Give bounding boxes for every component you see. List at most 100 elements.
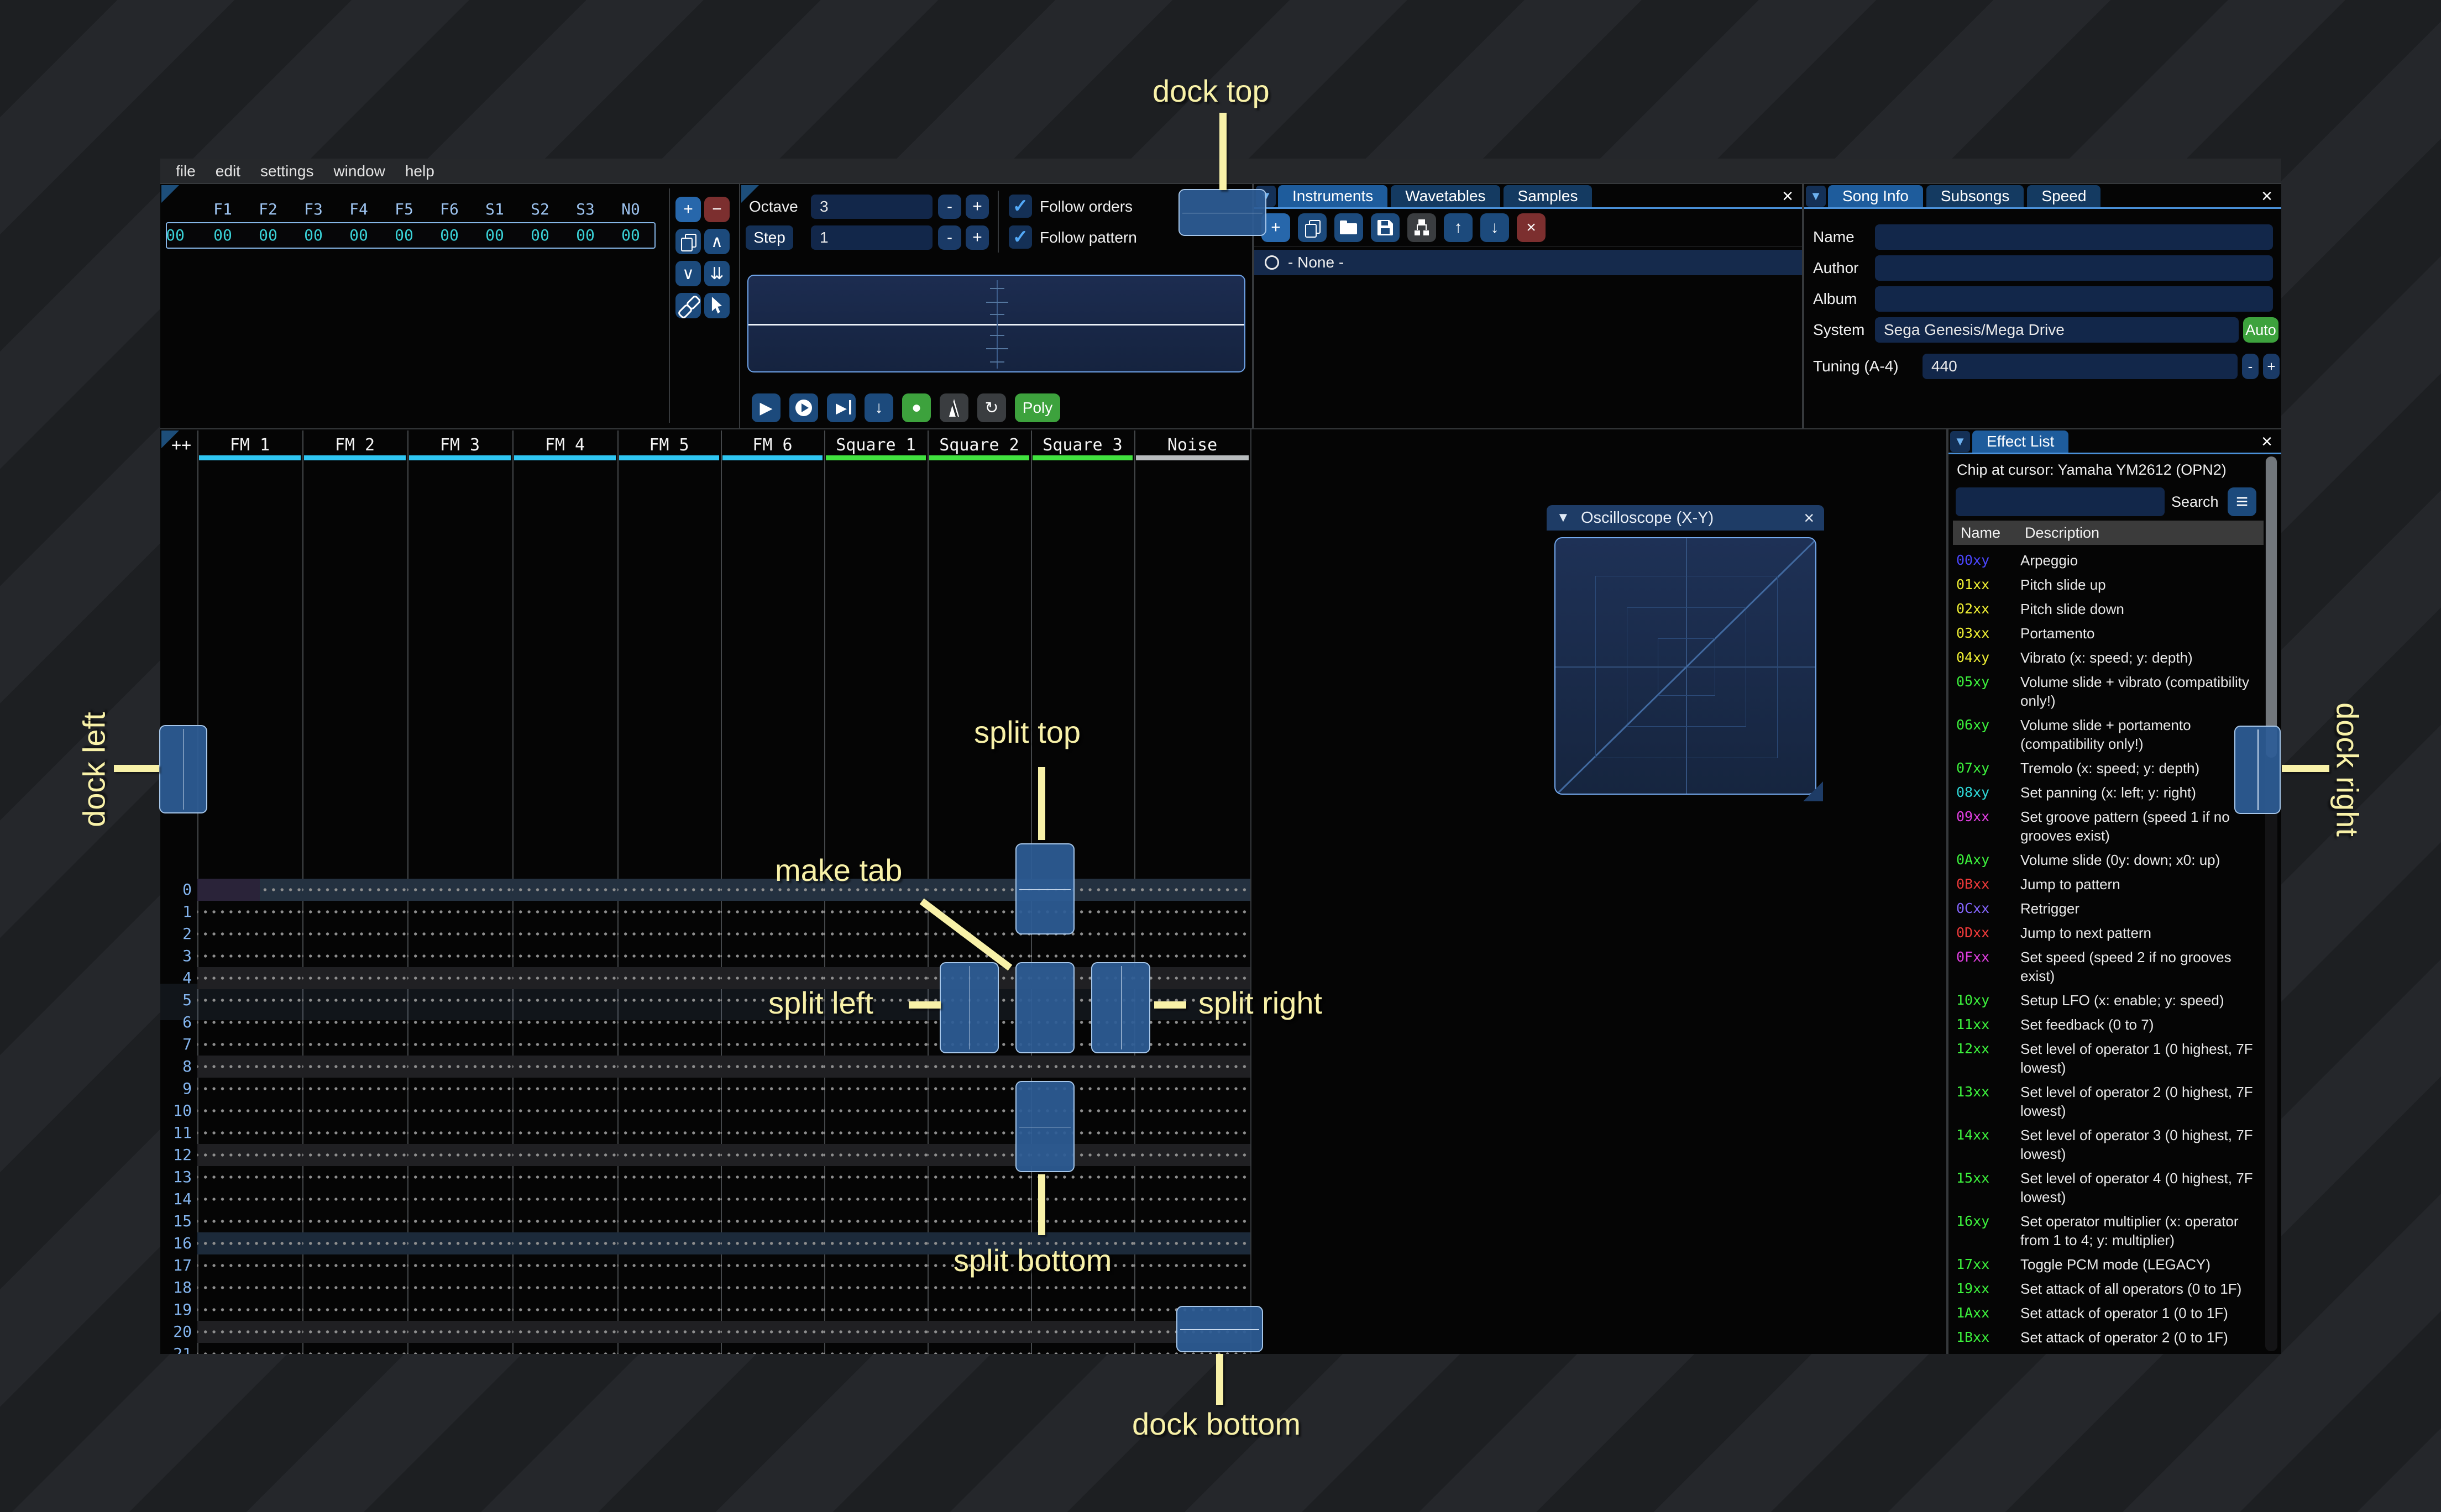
- octave-input[interactable]: 3: [811, 195, 933, 219]
- pattern-cell[interactable]: [1031, 1277, 1134, 1299]
- pattern-cell[interactable]: [512, 1056, 617, 1078]
- pattern-cell[interactable]: [617, 967, 721, 989]
- pattern-cell[interactable]: [617, 1166, 721, 1188]
- pattern-cell[interactable]: [512, 1188, 617, 1210]
- move-instrument-down-button[interactable]: ↓: [1480, 213, 1509, 242]
- pattern-cell[interactable]: [824, 1166, 928, 1188]
- pattern-cell[interactable]: [721, 1277, 824, 1299]
- pattern-cell[interactable]: [512, 1210, 617, 1232]
- effect-row[interactable]: 1Bxx Set attack of operator 2 (0 to 1F): [1956, 1325, 2261, 1350]
- pattern-cell[interactable]: [302, 1122, 407, 1144]
- effect-search-input[interactable]: [1956, 487, 2165, 516]
- pattern-cell[interactable]: [1134, 1033, 1250, 1056]
- pattern-cell[interactable]: [302, 1011, 407, 1033]
- pattern-row[interactable]: 0: [160, 879, 1250, 901]
- pattern-row[interactable]: 9: [160, 1078, 1250, 1100]
- tab-effect-list[interactable]: Effect List: [1972, 431, 2069, 453]
- orders-pattern-cell[interactable]: 00: [427, 222, 472, 249]
- pattern-cell[interactable]: [197, 923, 302, 945]
- effect-row[interactable]: 01xx Pitch slide up: [1956, 573, 2261, 597]
- pattern-cell[interactable]: [197, 1188, 302, 1210]
- close-icon[interactable]: ×: [1782, 185, 1793, 207]
- pattern-cell[interactable]: [617, 1011, 721, 1033]
- pattern-cell[interactable]: [824, 1056, 928, 1078]
- delete-instrument-button[interactable]: ×: [1517, 213, 1546, 242]
- pattern-cell[interactable]: [1134, 1166, 1250, 1188]
- pattern-cell[interactable]: [407, 923, 512, 945]
- pattern-row[interactable]: 12: [160, 1144, 1250, 1166]
- step-row-button[interactable]: ↓: [865, 393, 893, 422]
- pattern-row[interactable]: 8: [160, 1056, 1250, 1078]
- play-to-cursor-button[interactable]: ▶: [827, 393, 856, 422]
- pattern-cell[interactable]: [512, 1299, 617, 1321]
- pattern-cell[interactable]: [617, 989, 721, 1011]
- channel-header-square-2[interactable]: Square 2: [928, 435, 1031, 455]
- pattern-cell[interactable]: [617, 1056, 721, 1078]
- pattern-cell[interactable]: [302, 945, 407, 967]
- orders-pattern-cell[interactable]: 00: [200, 222, 245, 249]
- close-icon[interactable]: ×: [2261, 431, 2272, 453]
- pattern-cell[interactable]: [407, 1321, 512, 1343]
- instrument-list-item[interactable]: - None -: [1254, 250, 1802, 275]
- pattern-cell[interactable]: [928, 1188, 1031, 1210]
- pattern-cell[interactable]: [197, 1078, 302, 1100]
- tab-list-dropdown[interactable]: ▼: [1806, 186, 1826, 207]
- follow-pattern-label[interactable]: Follow pattern: [1040, 225, 1137, 250]
- pattern-cell[interactable]: [617, 1144, 721, 1166]
- effect-row[interactable]: 0Bxx Jump to pattern: [1956, 872, 2261, 896]
- pattern-cell[interactable]: [512, 1100, 617, 1122]
- pattern-cell[interactable]: [617, 1277, 721, 1299]
- pattern-cell[interactable]: [512, 1232, 617, 1254]
- channel-header-fm-3[interactable]: FM 3: [407, 435, 512, 455]
- pattern-row[interactable]: 2: [160, 923, 1250, 945]
- pattern-cell[interactable]: [617, 1100, 721, 1122]
- pattern-cell[interactable]: [617, 1078, 721, 1100]
- orders-pattern-cell[interactable]: 00: [563, 222, 608, 249]
- pattern-cell[interactable]: [302, 1321, 407, 1343]
- pattern-cell[interactable]: [1134, 1188, 1250, 1210]
- pattern-cell[interactable]: [407, 901, 512, 923]
- pattern-cell[interactable]: [617, 1299, 721, 1321]
- pattern-cell[interactable]: [721, 1299, 824, 1321]
- menu-item-settings[interactable]: settings: [250, 162, 324, 180]
- step-minus-button[interactable]: -: [938, 225, 961, 250]
- pattern-cell[interactable]: [302, 1188, 407, 1210]
- pattern-cell[interactable]: [302, 1078, 407, 1100]
- effect-list-menu-button[interactable]: ≡: [2228, 487, 2256, 516]
- pattern-cell[interactable]: [928, 1321, 1031, 1343]
- effect-row[interactable]: 06xy Volume slide + portamento (compatibi…: [1956, 713, 2261, 756]
- pattern-cell[interactable]: [1031, 1321, 1134, 1343]
- pattern-cell[interactable]: [407, 1254, 512, 1277]
- pattern-cell[interactable]: [512, 1343, 617, 1354]
- menu-item-help[interactable]: help: [395, 162, 444, 180]
- change-all-orders-button[interactable]: [675, 293, 701, 318]
- pattern-cell[interactable]: [302, 1033, 407, 1056]
- pattern-cell[interactable]: [197, 989, 302, 1011]
- step-input[interactable]: 1: [811, 225, 933, 250]
- orders-pattern-cell[interactable]: 00: [245, 222, 291, 249]
- metronome-button[interactable]: [940, 393, 968, 422]
- pattern-cell[interactable]: [197, 1166, 302, 1188]
- pattern-cell[interactable]: [302, 1343, 407, 1354]
- split-right-target[interactable]: [1091, 962, 1150, 1053]
- pattern-cell[interactable]: [721, 901, 824, 923]
- pattern-cell[interactable]: [197, 1277, 302, 1299]
- channel-header-square-3[interactable]: Square 3: [1031, 435, 1134, 455]
- effect-row[interactable]: 13xx Set level of operator 2 (0 highest, …: [1956, 1080, 2261, 1123]
- pattern-cell[interactable]: [721, 923, 824, 945]
- pattern-cell[interactable]: [824, 1078, 928, 1100]
- pattern-row[interactable]: 1: [160, 901, 1250, 923]
- pattern-cell[interactable]: [721, 1100, 824, 1122]
- pattern-cell[interactable]: [928, 1299, 1031, 1321]
- pattern-cell[interactable]: [1134, 901, 1250, 923]
- dock-top-target[interactable]: [1178, 189, 1266, 236]
- add-order-button[interactable]: +: [675, 197, 701, 222]
- pattern-cell[interactable]: [928, 1056, 1031, 1078]
- pattern-cell[interactable]: [512, 1144, 617, 1166]
- pattern-cell[interactable]: [721, 1232, 824, 1254]
- channel-header-fm-2[interactable]: FM 2: [302, 435, 407, 455]
- pattern-cell[interactable]: [407, 1100, 512, 1122]
- close-icon[interactable]: ×: [1804, 505, 1814, 531]
- pattern-cell[interactable]: [197, 1033, 302, 1056]
- album-input[interactable]: [1875, 286, 2273, 312]
